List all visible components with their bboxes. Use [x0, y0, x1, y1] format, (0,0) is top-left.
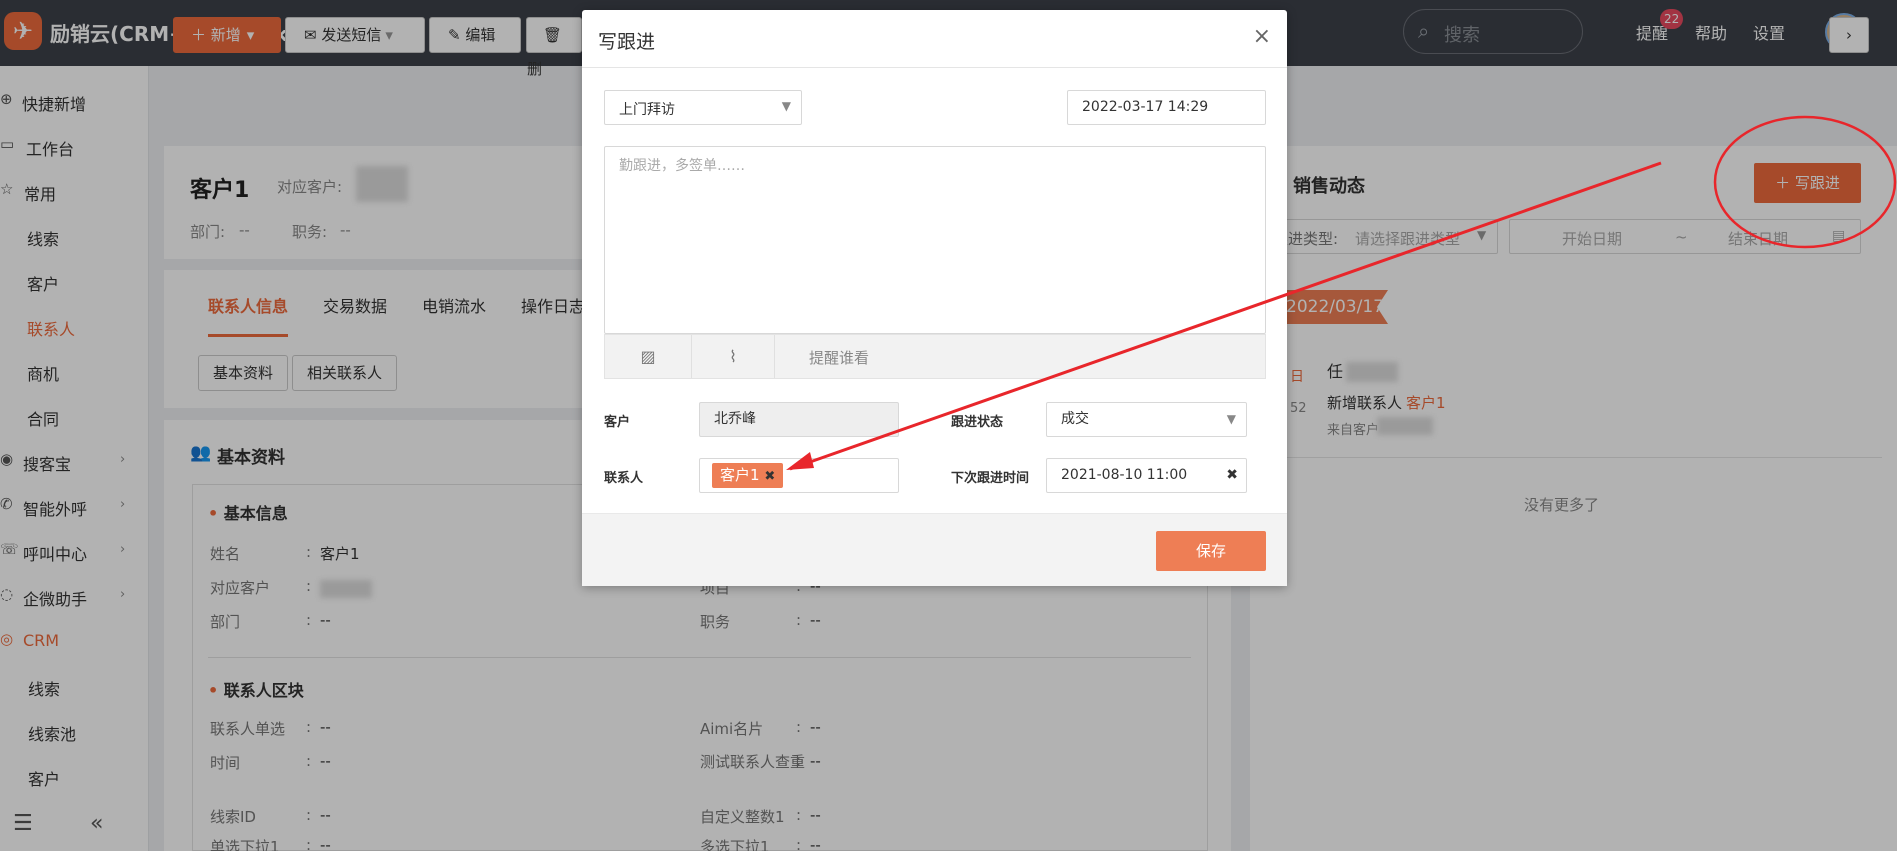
attachment-icon[interactable]: ⌇	[692, 335, 775, 378]
followup-datetime-input[interactable]: 2022-03-17 14:29	[1067, 90, 1266, 125]
remind-who-link[interactable]: 提醒谁看	[809, 347, 869, 368]
remove-tag-icon[interactable]: ✖	[764, 469, 775, 484]
editor-toolbar: ▨ ⌇ 提醒谁看	[604, 334, 1266, 379]
next-followup-value: 2021-08-10 11:00	[1061, 467, 1188, 483]
modal-header: 写跟进 ×	[582, 10, 1287, 68]
chevron-down-icon: ▼	[781, 99, 791, 113]
chevron-down-icon: ▼	[1226, 412, 1236, 426]
status-value: 成交	[1061, 411, 1089, 427]
contact-field[interactable]: 客户1 ✖	[699, 458, 899, 493]
followup-type-select[interactable]: 上门拜访 ▼	[604, 90, 802, 125]
next-followup-input[interactable]: 2021-08-10 11:00 ✖	[1046, 458, 1247, 493]
followup-type-value: 上门拜访	[619, 102, 675, 118]
customer-label: 客户	[604, 415, 631, 430]
contact-label: 联系人	[604, 471, 644, 486]
write-followup-modal: 写跟进 × 上门拜访 ▼ 2022-03-17 14:29 勤跟进，多签单…… …	[582, 10, 1287, 586]
customer-field: 北乔峰	[699, 402, 899, 437]
clear-icon[interactable]: ✖	[1226, 459, 1238, 492]
contact-tag[interactable]: 客户1 ✖	[712, 463, 784, 488]
close-icon[interactable]: ×	[1253, 24, 1271, 49]
textarea-placeholder: 勤跟进，多签单……	[619, 158, 745, 174]
image-icon[interactable]: ▨	[605, 335, 692, 378]
save-button[interactable]: 保存	[1156, 531, 1266, 571]
modal-title: 写跟进	[598, 31, 656, 53]
contact-tag-label: 客户1	[720, 466, 760, 484]
followup-content-textarea[interactable]: 勤跟进，多签单……	[604, 146, 1266, 334]
status-select[interactable]: 成交 ▼	[1046, 402, 1247, 437]
status-label: 跟进状态	[951, 415, 1004, 430]
next-followup-label: 下次跟进时间	[951, 471, 1030, 486]
